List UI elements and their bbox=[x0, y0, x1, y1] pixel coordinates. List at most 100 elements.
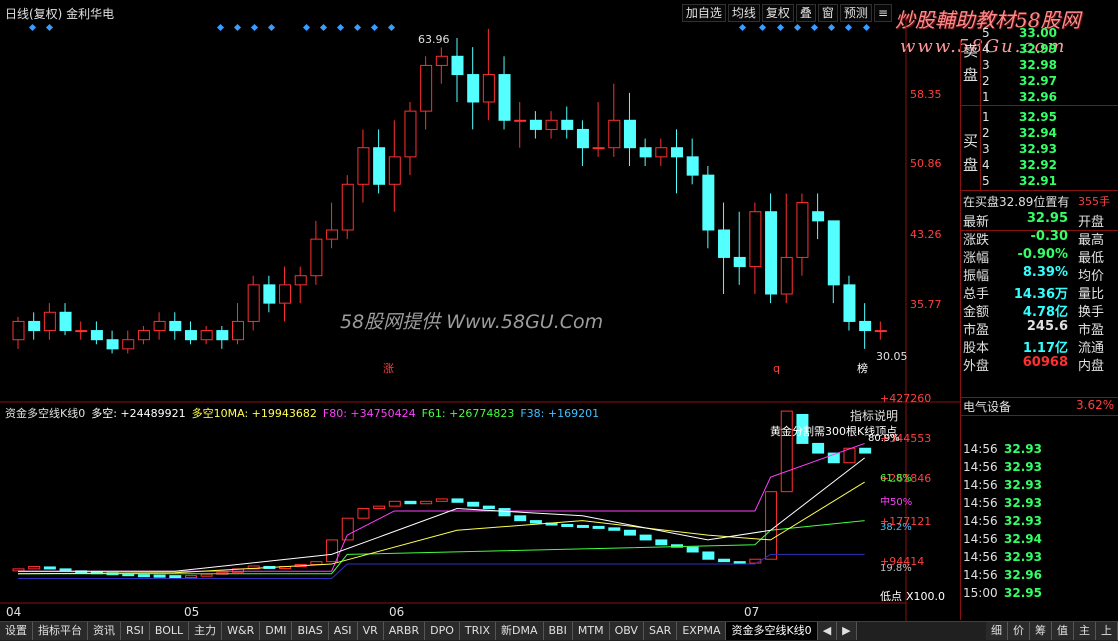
golden-ratio-note: 黄金分割需300根K线顶点 bbox=[770, 425, 898, 438]
legend-item: F61: +26774823 bbox=[421, 407, 515, 420]
tab-detail[interactable]: 细 bbox=[986, 622, 1008, 640]
buy-level[interactable]: 4 32.92 bbox=[960, 158, 1118, 174]
tab-price[interactable]: 价 bbox=[1008, 622, 1030, 640]
quote-row: 总手 14.36万 量比 bbox=[963, 287, 1105, 302]
sell-level[interactable]: 1 32.96 bbox=[960, 90, 1118, 106]
tab-dpo[interactable]: DPO bbox=[425, 622, 460, 640]
tab-dmi[interactable]: DMI bbox=[260, 622, 293, 640]
tab-trix[interactable]: TRIX bbox=[459, 622, 497, 640]
quote-row: 金额 4.78亿 换手 bbox=[963, 305, 1105, 320]
scroll-left-icon[interactable]: ◀ bbox=[817, 622, 838, 640]
candle-body bbox=[576, 128, 589, 149]
scroll-right-icon[interactable]: ▶ bbox=[837, 622, 857, 640]
signal-diamond bbox=[776, 23, 785, 32]
tab-indicator-platform[interactable]: 指标平台 bbox=[33, 622, 88, 640]
quote-panel: 卖 盘 5 33.00 4 32.99 3 32.98 2 32.97 1 32.96 买… bbox=[960, 26, 1118, 620]
buy-level[interactable]: 2 32.94 bbox=[960, 126, 1118, 142]
quote-row: 外盘 60968 内盘 bbox=[963, 355, 1105, 374]
indicator-candle bbox=[812, 442, 825, 454]
scale-label: X100.0 bbox=[906, 590, 945, 603]
quote-row: 涨跌 -0.30 最高 bbox=[963, 229, 1105, 248]
candle-body bbox=[874, 330, 887, 333]
candle-body bbox=[608, 119, 621, 149]
tick-row: 14:56 32.96 bbox=[963, 568, 1042, 582]
tab-obv[interactable]: OBV bbox=[609, 622, 644, 640]
tab-bias[interactable]: BIAS bbox=[292, 622, 329, 640]
ratio-label: 61.8% bbox=[880, 473, 912, 484]
signal-diamond bbox=[233, 23, 242, 32]
ratio-label: 中50% bbox=[880, 495, 912, 508]
candle-body bbox=[812, 211, 825, 222]
candle-body bbox=[404, 110, 417, 158]
x-tick: 04 bbox=[6, 605, 21, 619]
buy-level[interactable]: 5 32.91 bbox=[960, 174, 1118, 190]
indicator-name: 资金多空线K线0 bbox=[5, 407, 86, 420]
tab-arbr[interactable]: ARBR bbox=[383, 622, 426, 640]
tab-settings[interactable]: 设置 bbox=[0, 622, 33, 640]
tab-wr[interactable]: W&R bbox=[222, 622, 261, 640]
candle-body bbox=[310, 238, 323, 277]
tick-row: 14:56 32.93 bbox=[963, 460, 1042, 474]
signal-diamond bbox=[370, 23, 379, 32]
indicator-explain-button[interactable]: 指标说明 bbox=[850, 407, 898, 424]
x-axis-labels: 04 05 06 07 bbox=[6, 605, 759, 619]
quote-row: 最新 32.95 开盘 bbox=[963, 211, 1105, 230]
axis-tick: 50.86 bbox=[910, 157, 942, 170]
candle-body bbox=[263, 284, 276, 304]
candle-body bbox=[765, 211, 778, 295]
sell-level[interactable]: 3 32.98 bbox=[960, 58, 1118, 74]
signal-diamond bbox=[862, 23, 871, 32]
candle-body bbox=[326, 229, 339, 240]
tab-capital-line[interactable]: 资金多空线K线0 bbox=[726, 622, 818, 640]
sell-level[interactable]: 2 32.97 bbox=[960, 74, 1118, 90]
tab-up[interactable]: 上 bbox=[1096, 622, 1118, 640]
indicator-candle bbox=[561, 523, 574, 527]
sector-name[interactable]: 电气设备 bbox=[963, 398, 1011, 415]
indicator-candle bbox=[28, 565, 41, 570]
indicator-candle bbox=[435, 498, 448, 502]
indicator-candle bbox=[529, 520, 542, 524]
tab-expma[interactable]: EXPMA bbox=[677, 622, 727, 640]
indicator-candle bbox=[137, 574, 150, 578]
indicator-candle bbox=[639, 534, 652, 541]
tab-main-force[interactable]: 主力 bbox=[189, 622, 223, 640]
indicator-candle bbox=[514, 515, 527, 522]
buy-level[interactable]: 1 32.95 bbox=[960, 110, 1118, 126]
tab-news[interactable]: 资讯 bbox=[88, 622, 121, 640]
signal-diamond bbox=[216, 23, 225, 32]
tab-bbi[interactable]: BBI bbox=[543, 622, 573, 640]
quote-row: 涨幅 -0.90% 最低 bbox=[963, 247, 1105, 266]
chart-canvas[interactable]: 58.35 50.86 43.26 35.77 +427260 +344553 … bbox=[0, 18, 960, 621]
buy-level[interactable]: 3 32.93 bbox=[960, 142, 1118, 158]
tab-mtm[interactable]: MTM bbox=[572, 622, 610, 640]
tab-vr[interactable]: VR bbox=[357, 622, 384, 640]
sell-level[interactable]: 5 33.00 bbox=[960, 26, 1118, 42]
indicator-candle bbox=[765, 491, 778, 560]
candle-body bbox=[43, 311, 56, 332]
signal-diamond bbox=[353, 23, 362, 32]
indicator-candle bbox=[200, 573, 213, 577]
indicator-candle bbox=[184, 575, 197, 579]
candle-body bbox=[827, 220, 840, 286]
sell-level[interactable]: 4 32.99 bbox=[960, 42, 1118, 58]
candle-body bbox=[561, 119, 574, 130]
tab-rsi[interactable]: RSI bbox=[121, 622, 150, 640]
signal-diamond bbox=[319, 23, 328, 32]
candle-body bbox=[216, 330, 229, 341]
indicator-candle bbox=[12, 568, 25, 572]
tab-boll[interactable]: BOLL bbox=[149, 622, 190, 640]
tab-main[interactable]: 主 bbox=[1074, 622, 1096, 640]
candle-body bbox=[702, 174, 715, 231]
tab-asi[interactable]: ASI bbox=[328, 622, 358, 640]
indicator-candle bbox=[859, 447, 872, 454]
tick-row: 14:56 32.94 bbox=[963, 532, 1042, 546]
indicator-legend: 资金多空线K线0 多空: +24489921 多空10MA: +19943682 F8… bbox=[5, 405, 605, 421]
tab-new-dma[interactable]: 新DMA bbox=[496, 622, 544, 640]
tab-chips[interactable]: 筹 bbox=[1030, 622, 1052, 640]
indicator-candle bbox=[608, 527, 621, 531]
tab-value[interactable]: 值 bbox=[1052, 622, 1074, 640]
signal-diamond bbox=[250, 23, 259, 32]
signal-diamond bbox=[758, 23, 767, 32]
tab-sar[interactable]: SAR bbox=[643, 622, 678, 640]
candle-body bbox=[686, 156, 699, 176]
